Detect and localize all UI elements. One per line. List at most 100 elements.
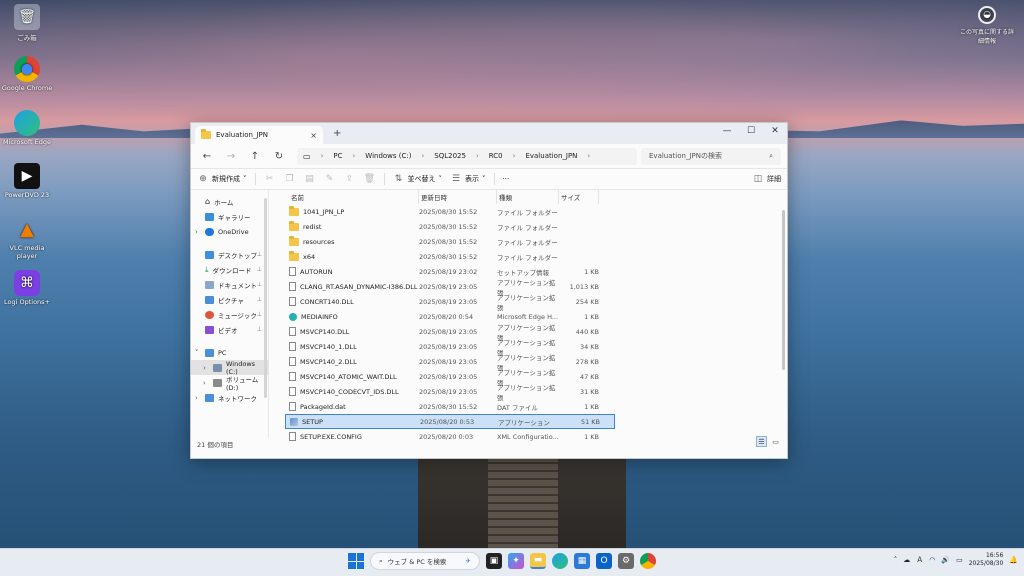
new-button[interactable]: ⊕ 新規作成 ˅: [197, 174, 246, 184]
cloud-sync-icon[interactable]: ☁: [903, 556, 910, 564]
column-header-size[interactable]: サイズ: [559, 190, 599, 204]
clock[interactable]: 16:56 2025/08/30: [969, 552, 1004, 568]
table-row[interactable]: x64 2025/08/30 15:52 ファイル フォルダー: [285, 249, 615, 264]
sidebar-item-pictures[interactable]: ピクチャ ⊥: [191, 292, 268, 307]
edge-file-icon: [289, 312, 297, 321]
new-tab-button[interactable]: +: [333, 128, 341, 139]
notification-bell-icon[interactable]: 🔔: [1009, 556, 1018, 564]
file-date: 2025/08/19 23:05: [419, 372, 478, 381]
breadcrumb-sql2025[interactable]: SQL2025: [434, 152, 466, 160]
column-header-date[interactable]: 更新日時: [419, 190, 497, 204]
desktop-icon-chrome[interactable]: ● Google Chrome: [0, 56, 54, 92]
outlook-icon[interactable]: O: [596, 553, 612, 569]
paste-icon[interactable]: ▤: [304, 174, 316, 184]
maximize-button[interactable]: ☐: [739, 123, 763, 139]
forward-button[interactable]: →: [221, 151, 241, 162]
chevron-up-icon[interactable]: ˄: [894, 556, 898, 564]
table-row[interactable]: redist 2025/08/30 15:52 ファイル フォルダー: [285, 219, 615, 234]
search-input[interactable]: Evaluation_JPNの検索 ⌕: [641, 147, 781, 165]
breadcrumb-pc[interactable]: PC: [333, 152, 342, 160]
minimize-button[interactable]: —: [715, 123, 739, 139]
cut-icon[interactable]: ✂: [264, 174, 276, 184]
sidebar-item-videos[interactable]: ビデオ ⊥: [191, 322, 268, 337]
refresh-button[interactable]: ↻: [269, 151, 289, 162]
view-button[interactable]: ☰ 表示 ˅: [450, 174, 486, 184]
table-row[interactable]: CLANG_RT.ASAN_DYNAMIC-I386.DLL 2025/08/19…: [285, 279, 615, 297]
address-bar[interactable]: ▭ › PC › Windows (C:) › SQL2025 › RC0 › …: [297, 147, 637, 165]
task-view-icon[interactable]: ▣: [486, 553, 502, 569]
battery-icon[interactable]: ▭: [956, 556, 963, 564]
file-name-cell: CLANG_RT.ASAN_DYNAMIC-I386.DLL: [289, 282, 419, 291]
file-name: resources: [303, 237, 335, 246]
table-row[interactable]: resources 2025/08/30 15:52 ファイル フォルダー: [285, 234, 615, 249]
desktop-icon-vlc[interactable]: ▲ VLC media player: [0, 216, 54, 261]
details-view-icon[interactable]: ☰: [756, 436, 767, 447]
tab-evaluation-jpn[interactable]: Evaluation_JPN ×: [195, 126, 323, 144]
file-list-scrollbar[interactable]: [782, 210, 785, 370]
chevron-right-icon[interactable]: ›: [203, 364, 206, 372]
sidebar-item-network[interactable]: › ネットワーク: [191, 390, 268, 405]
chevron-right-icon[interactable]: ›: [195, 228, 198, 236]
table-row[interactable]: MSVCP140.DLL 2025/08/19 23:05 アプリケーション拡張 44…: [285, 324, 615, 342]
sidebar-item-music[interactable]: ミュージック ⊥: [191, 307, 268, 322]
table-row[interactable]: SETUP 2025/08/20 0:53 アプリケーション 51 KB: [285, 414, 615, 429]
ime-icon[interactable]: Ａ: [916, 555, 923, 565]
desktop-icon-powerdvd[interactable]: ▶ PowerDVD 23: [0, 163, 54, 199]
table-row[interactable]: AUTORUN 2025/08/19 23:02 セットアップ情報 1 KB: [285, 264, 615, 279]
more-options-button[interactable]: ···: [503, 175, 510, 183]
share-icon[interactable]: ⇪: [344, 174, 356, 184]
delete-icon[interactable]: 🗑: [364, 174, 376, 184]
sort-button[interactable]: ⇅ 並べ替え ˅: [393, 174, 442, 184]
taskbar-search[interactable]: ⌕ ウェブ & PC を検索 ✈: [370, 552, 480, 570]
sidebar-item-pc[interactable]: ˅ PC: [191, 345, 268, 360]
sidebar-item-onedrive[interactable]: › OneDrive: [191, 224, 268, 239]
table-row[interactable]: MSVCP140_2.DLL 2025/08/19 23:05 アプリケーション拡張…: [285, 354, 615, 372]
details-button[interactable]: ◫ 詳細: [752, 174, 781, 184]
file-name: MSVCP140_CODECVT_IDS.DLL: [300, 387, 399, 396]
breadcrumb-windows-c[interactable]: Windows (C:): [365, 152, 411, 160]
close-button[interactable]: ✕: [763, 123, 787, 139]
volume-icon[interactable]: 🔊: [941, 556, 950, 564]
file-explorer-icon[interactable]: ▬: [530, 553, 546, 569]
desktop-icon-recycle-bin[interactable]: 🗑 ごみ箱: [0, 4, 54, 42]
tiles-view-icon[interactable]: ▭: [770, 436, 781, 447]
sidebar-item-home[interactable]: ⌂ ホーム: [191, 194, 268, 209]
store-icon[interactable]: ▦: [574, 553, 590, 569]
chevron-down-icon[interactable]: ˅: [195, 349, 199, 357]
photo-info-widget[interactable]: ◒ この写真に関する詳細情報: [958, 6, 1016, 45]
table-row[interactable]: MSVCP140_CODECVT_IDS.DLL 2025/08/19 23:05…: [285, 384, 615, 402]
back-button[interactable]: ←: [197, 151, 217, 162]
column-header-type[interactable]: 種類: [497, 190, 559, 204]
breadcrumb-rc0[interactable]: RC0: [489, 152, 503, 160]
sidebar-item-downloads[interactable]: ⤓ ダウンロード ⊥: [191, 262, 268, 277]
sidebar-item-volume-d[interactable]: › ボリューム (D:): [191, 375, 268, 392]
tab-close-icon[interactable]: ×: [310, 131, 317, 140]
wifi-icon[interactable]: ◠: [929, 556, 935, 564]
desktop-icon: [205, 250, 214, 259]
settings-gear-icon[interactable]: ⚙: [618, 553, 634, 569]
desktop-icon-edge[interactable]: Microsoft Edge: [0, 110, 54, 146]
table-row[interactable]: MEDIAINFO 2025/08/20 0:54 Microsoft Edge H…: [285, 309, 615, 324]
rename-icon[interactable]: ✎: [324, 174, 336, 184]
desktop-icon-logi-options[interactable]: ⌘ Logi Options+: [0, 270, 54, 306]
table-row[interactable]: CONCRT140.DLL 2025/08/19 23:05 アプリケーション拡張 2…: [285, 294, 615, 312]
breadcrumb-evaluation-jpn[interactable]: Evaluation_JPN: [525, 152, 577, 160]
sidebar-item-documents[interactable]: ドキュメント ⊥: [191, 277, 268, 292]
chevron-right-icon[interactable]: ›: [203, 379, 206, 387]
copy-icon[interactable]: ❐: [284, 174, 296, 184]
sidebar-item-desktop[interactable]: デスクトップ ⊥: [191, 247, 268, 262]
table-row[interactable]: MSVCP140_ATOMIC_WAIT.DLL 2025/08/19 23:05…: [285, 369, 615, 387]
up-button[interactable]: ↑: [245, 151, 265, 162]
edge-taskbar-icon[interactable]: [552, 553, 568, 569]
sidebar-scrollbar[interactable]: [264, 198, 267, 398]
windows-start-icon[interactable]: [348, 553, 364, 569]
column-header-name[interactable]: 名前: [289, 190, 419, 204]
chrome-taskbar-icon[interactable]: [640, 553, 656, 569]
chevron-down-icon: ˅: [482, 175, 486, 183]
table-row[interactable]: PackageId.dat 2025/08/30 15:52 DAT ファイル 1 K…: [285, 399, 615, 414]
chevron-right-icon[interactable]: ›: [195, 394, 198, 402]
copilot-icon[interactable]: ✦: [508, 553, 524, 569]
table-row[interactable]: 1041_JPN_LP 2025/08/30 15:52 ファイル フォルダー: [285, 204, 615, 219]
table-row[interactable]: MSVCP140_1.DLL 2025/08/19 23:05 アプリケーション拡張…: [285, 339, 615, 357]
sidebar-item-gallery[interactable]: ギャラリー: [191, 209, 268, 224]
